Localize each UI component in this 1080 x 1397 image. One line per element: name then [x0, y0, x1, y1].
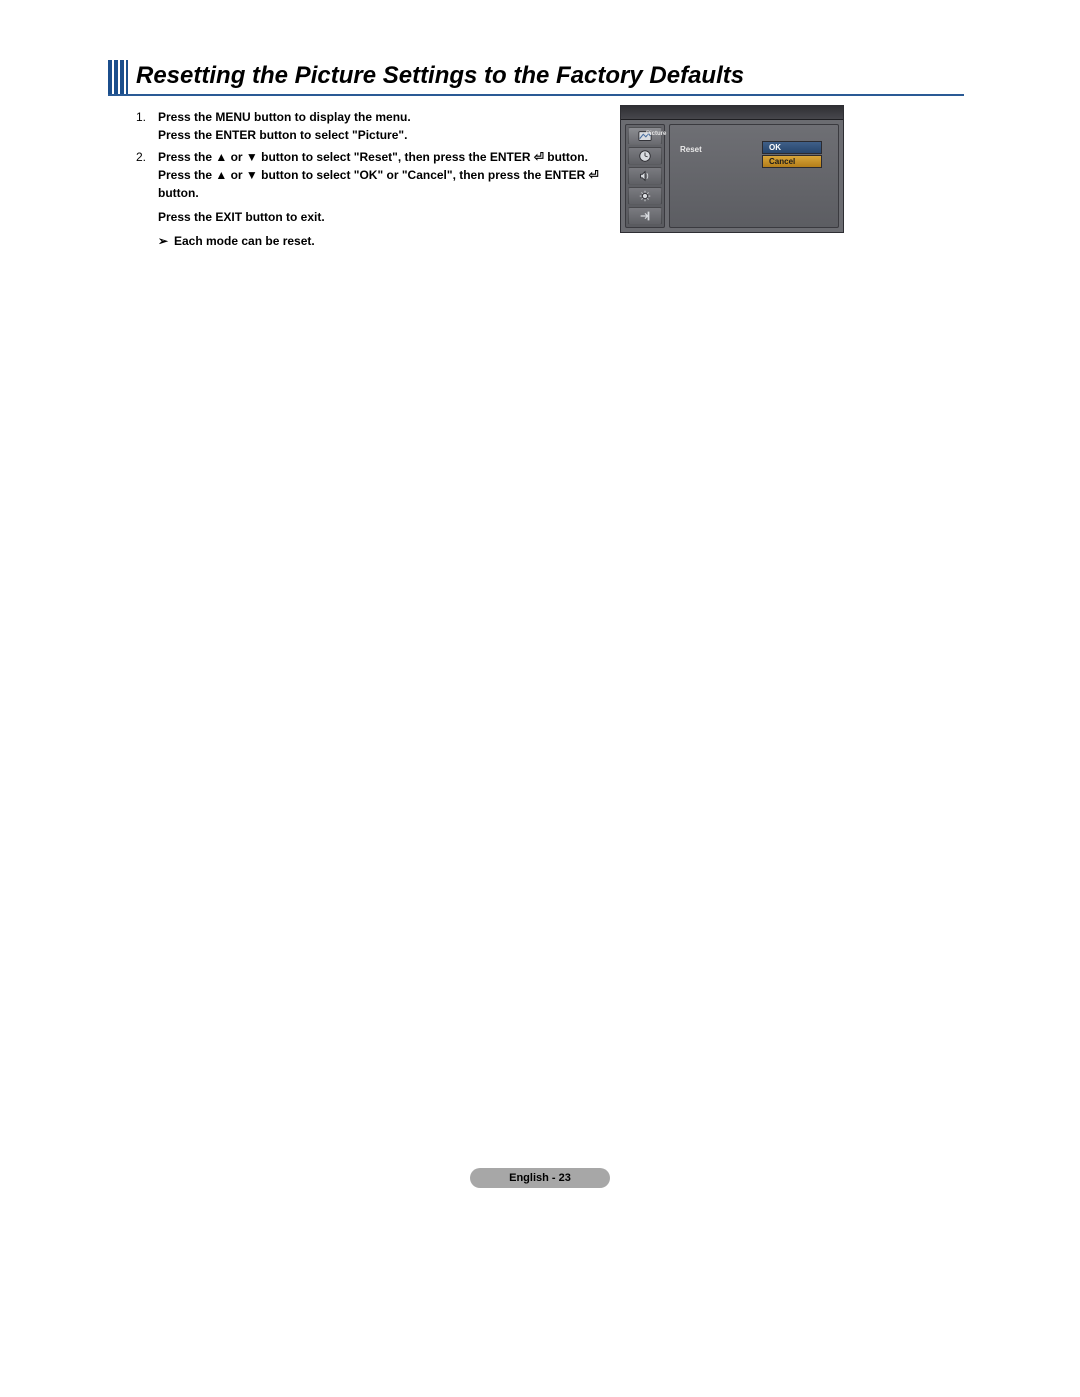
step-number: 1.: [136, 108, 158, 144]
step-2: 2. Press the ▲ or ▼ button to select "Re…: [136, 148, 616, 226]
section-heading: Resetting the Picture Settings to the Fa…: [108, 60, 963, 100]
step-1: 1. Press the MENU button to display the …: [136, 108, 616, 144]
heading-underline: [108, 94, 964, 96]
instruction-list: 1. Press the MENU button to display the …: [136, 108, 616, 250]
step-body: Press the MENU button to display the men…: [158, 108, 616, 144]
osd-option-cancel[interactable]: Cancel: [762, 155, 822, 168]
tools-icon: [638, 189, 652, 203]
step-number: 2.: [136, 148, 158, 226]
step-line: Press the ENTER button to select "Pictur…: [158, 126, 616, 144]
osd-header-bar: [621, 106, 843, 120]
osd-sidebar: Picture: [625, 124, 665, 228]
osd-screenshot: Picture Reset OK: [620, 105, 844, 233]
sidebar-item-clock[interactable]: [628, 147, 662, 165]
note-arrow-icon: ➢: [158, 232, 174, 250]
step-body: Press the ▲ or ▼ button to select "Reset…: [158, 148, 616, 226]
note-text: Each mode can be reset.: [174, 232, 315, 250]
step-line: button.: [158, 184, 616, 202]
sidebar-item-sound[interactable]: [628, 167, 662, 185]
osd-body: Picture Reset OK: [621, 120, 843, 232]
heading-accent-bars: [108, 60, 128, 94]
note-row: ➢ Each mode can be reset.: [158, 232, 616, 250]
clock-icon: [638, 149, 652, 163]
osd-option-ok[interactable]: OK: [762, 141, 822, 154]
sidebar-item-setup[interactable]: [628, 187, 662, 205]
heading-text: Resetting the Picture Settings to the Fa…: [136, 62, 744, 90]
step-line: Press the ▲ or ▼ button to select "Reset…: [158, 148, 616, 166]
step-line: Press the EXIT button to exit.: [158, 208, 616, 226]
page-footer-pill: English - 23: [470, 1168, 610, 1188]
osd-option-label-reset: Reset: [680, 145, 702, 154]
input-icon: [638, 209, 652, 223]
speaker-icon: [638, 169, 652, 183]
sidebar-item-input[interactable]: [628, 207, 662, 225]
step-line: Press the MENU button to display the men…: [158, 108, 616, 126]
step-line: Press the ▲ or ▼ button to select "OK" o…: [158, 166, 616, 184]
osd-sidebar-active-label: Picture: [646, 131, 666, 137]
manual-page: Resetting the Picture Settings to the Fa…: [0, 0, 1080, 1397]
osd-main-panel: Reset OK Cancel: [669, 124, 839, 228]
